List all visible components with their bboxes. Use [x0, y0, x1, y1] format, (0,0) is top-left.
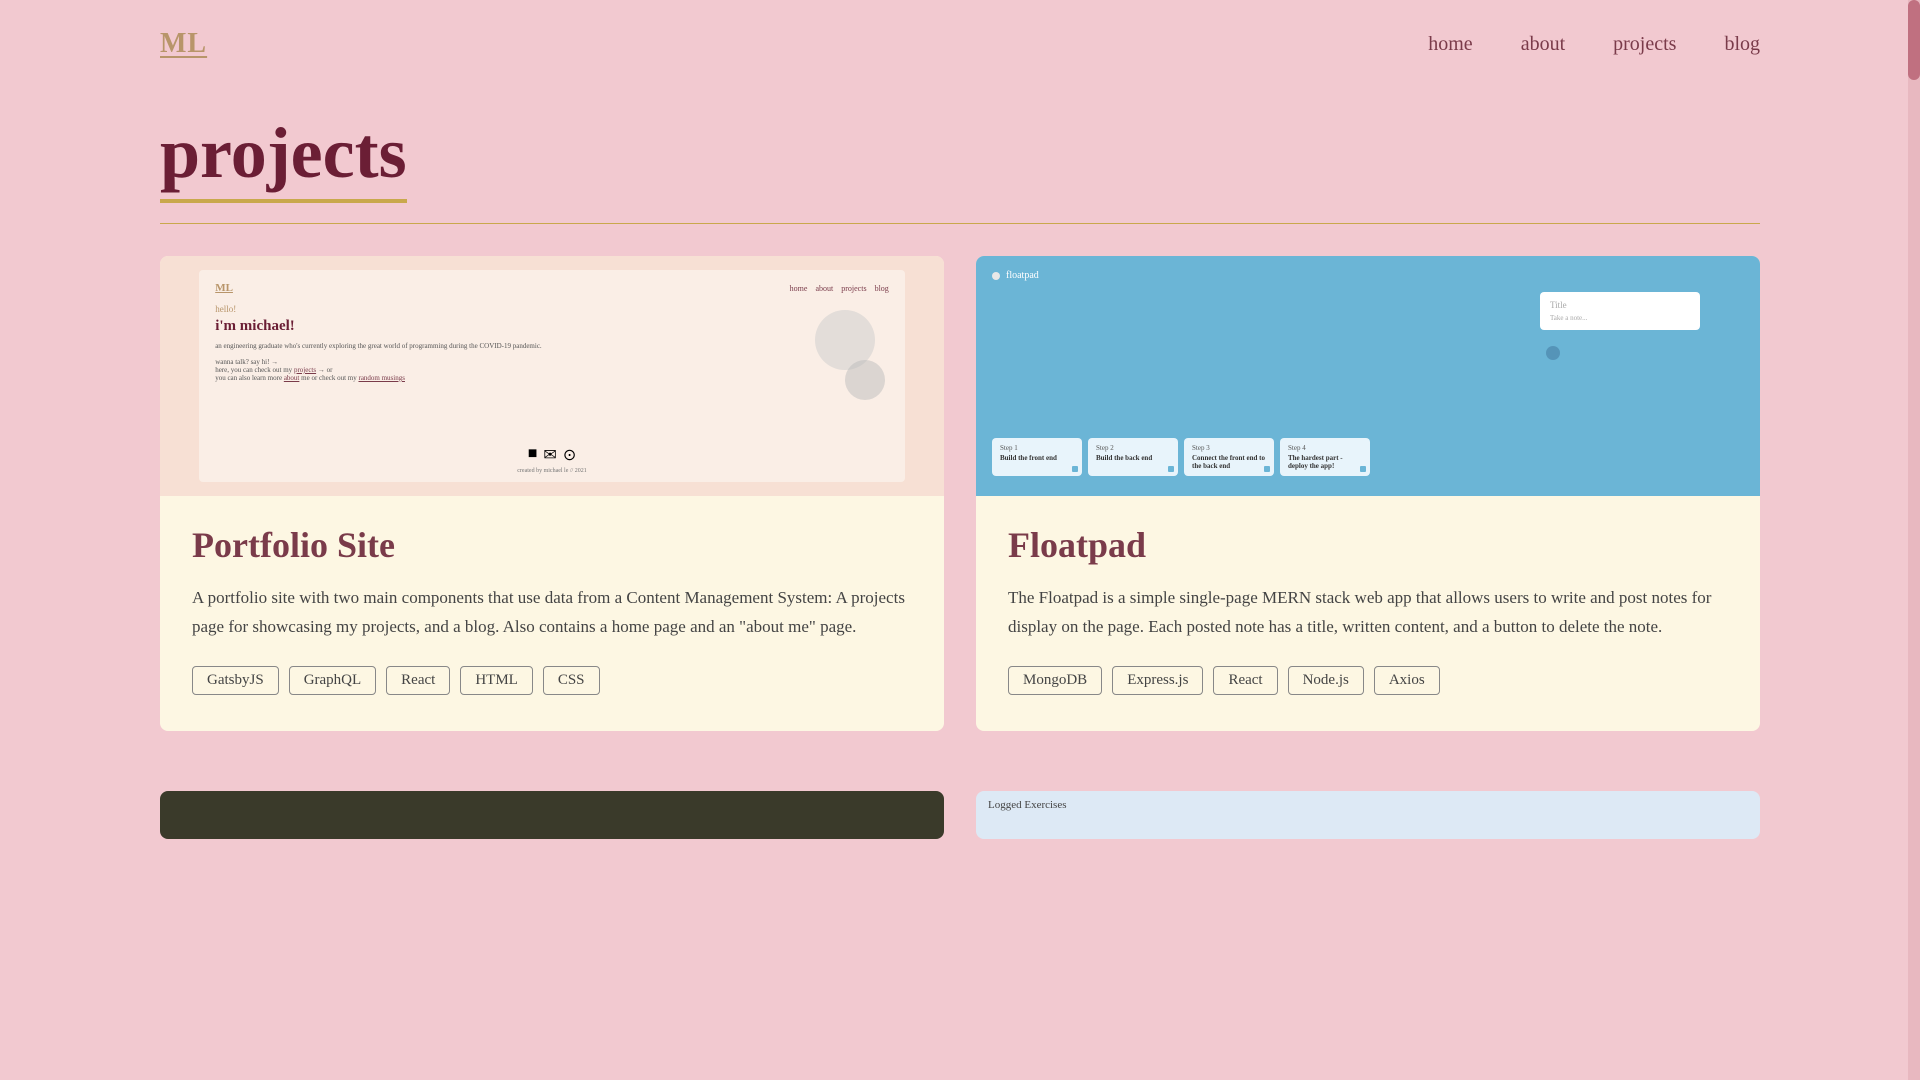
portfolio-tags: GatsbyJS GraphQL React HTML CSS [192, 666, 912, 695]
portfolio-thumb-inner: ML home about projects blog hello! i'm m… [199, 270, 905, 481]
step-3-num: Step 3 [1192, 444, 1266, 452]
site-logo[interactable]: ML [160, 28, 207, 60]
circle-small [845, 360, 885, 400]
page-divider [160, 223, 1760, 224]
tag-graphql: GraphQL [289, 666, 376, 695]
step-2-text: Build the back end [1096, 454, 1170, 462]
mini-greeting: i'm michael! [215, 318, 889, 335]
projects-grid: ML home about projects blog hello! i'm m… [0, 256, 1920, 791]
step-2-dot [1168, 466, 1174, 472]
mini-nav: ML home about projects blog [215, 282, 889, 294]
floatpad-blue-dot [1546, 346, 1560, 360]
bottom-card-light[interactable]: Logged Exercises [976, 791, 1760, 839]
mini-link-about: about [815, 284, 833, 293]
portfolio-card-body: Portfolio Site A portfolio site with two… [160, 496, 944, 731]
tag-nodejs: Node.js [1288, 666, 1364, 695]
tag-expressjs: Express.js [1112, 666, 1203, 695]
tag-react: React [386, 666, 450, 695]
projects-grid-bottom: Logged Exercises [0, 791, 1920, 839]
floatpad-dot [992, 272, 1000, 280]
step-3: Step 3 Connect the front end to the back… [1184, 438, 1274, 476]
email-icon: ✉ [543, 445, 556, 465]
nav-blog[interactable]: blog [1724, 33, 1760, 55]
floatpad-steps: Step 1 Build the front end Step 2 Build … [992, 438, 1370, 476]
portfolio-thumbnail: ML home about projects blog hello! i'm m… [160, 256, 944, 496]
tag-css: CSS [543, 666, 600, 695]
mini-link-home: home [790, 284, 808, 293]
logged-exercises-label: Logged Exercises [988, 799, 1067, 811]
step-4: Step 4 The hardest part - deploy the app… [1280, 438, 1370, 476]
nav-links: home about projects blog [1428, 33, 1760, 56]
scroll-thumb[interactable] [1908, 0, 1920, 80]
tag-mongodb: MongoDB [1008, 666, 1102, 695]
linkedin-icon: ■ [528, 445, 538, 465]
nav-about[interactable]: about [1521, 33, 1565, 55]
step-4-num: Step 4 [1288, 444, 1362, 452]
navigation: ML home about projects blog [0, 0, 1920, 88]
page-header: projects [0, 88, 1920, 224]
step-1-num: Step 1 [1000, 444, 1074, 452]
project-card-portfolio[interactable]: ML home about projects blog hello! i'm m… [160, 256, 944, 731]
mini-link-projects: projects [841, 284, 866, 293]
step-1-dot [1072, 466, 1078, 472]
tag-react-2: React [1213, 666, 1277, 695]
mini-links: home about projects blog [790, 284, 889, 293]
floatpad-title-bar: floatpad [992, 270, 1039, 281]
portfolio-title: Portfolio Site [192, 524, 912, 566]
note-placeholder: Take a note... [1550, 314, 1690, 322]
tag-gatsbyjs: GatsbyJS [192, 666, 279, 695]
step-2-num: Step 2 [1096, 444, 1170, 452]
floatpad-app-name: floatpad [1006, 270, 1039, 281]
project-card-floatpad[interactable]: floatpad Title Take a note... Step 1 Bui… [976, 256, 1760, 731]
mini-desc: an engineering graduate who's currently … [215, 341, 889, 352]
floatpad-thumb-bg: floatpad Title Take a note... Step 1 Bui… [976, 256, 1760, 496]
dark-thumb [160, 791, 944, 839]
step-1-text: Build the front end [1000, 454, 1074, 462]
step-3-text: Connect the front end to the back end [1192, 454, 1266, 470]
scrollbar[interactable] [1908, 0, 1920, 1080]
nav-home[interactable]: home [1428, 33, 1472, 55]
portfolio-thumb-bg: ML home about projects blog hello! i'm m… [160, 256, 944, 496]
mini-hello: hello! [215, 304, 889, 314]
floatpad-title: Floatpad [1008, 524, 1728, 566]
mini-links-text: wanna talk? say hi! → [215, 358, 889, 366]
mini-about-link: you can also learn more about me or chec… [215, 374, 889, 382]
tag-axios: Axios [1374, 666, 1440, 695]
bottom-card-dark[interactable] [160, 791, 944, 839]
footer-icons: ■ ✉ ⊙ [199, 445, 905, 465]
floatpad-thumbnail: floatpad Title Take a note... Step 1 Bui… [976, 256, 1760, 496]
nav-projects[interactable]: projects [1613, 33, 1676, 55]
floatpad-note: Title Take a note... [1540, 292, 1700, 330]
step-4-text: The hardest part - deploy the app! [1288, 454, 1362, 470]
step-4-dot [1360, 466, 1366, 472]
floatpad-card-body: Floatpad The Floatpad is a simple single… [976, 496, 1760, 731]
step-2: Step 2 Build the back end [1088, 438, 1178, 476]
note-title-label: Title [1550, 300, 1690, 310]
portfolio-desc: A portfolio site with two main component… [192, 584, 912, 642]
step-1: Step 1 Build the front end [992, 438, 1082, 476]
floatpad-tags: MongoDB Express.js React Node.js Axios [1008, 666, 1728, 695]
mini-footer: ■ ✉ ⊙ created by michael le // 2021 [199, 445, 905, 474]
tag-html: HTML [460, 666, 533, 695]
footer-text: created by michael le // 2021 [199, 468, 905, 474]
mini-projects-link: here, you can check out my projects → or [215, 366, 889, 374]
page-title: projects [160, 112, 407, 203]
light-thumb: Logged Exercises [976, 791, 1760, 839]
floatpad-desc: The Floatpad is a simple single-page MER… [1008, 584, 1728, 642]
mini-link-blog: blog [875, 284, 889, 293]
step-3-dot [1264, 466, 1270, 472]
mini-logo: ML [215, 282, 233, 294]
github-icon: ⊙ [563, 445, 576, 465]
